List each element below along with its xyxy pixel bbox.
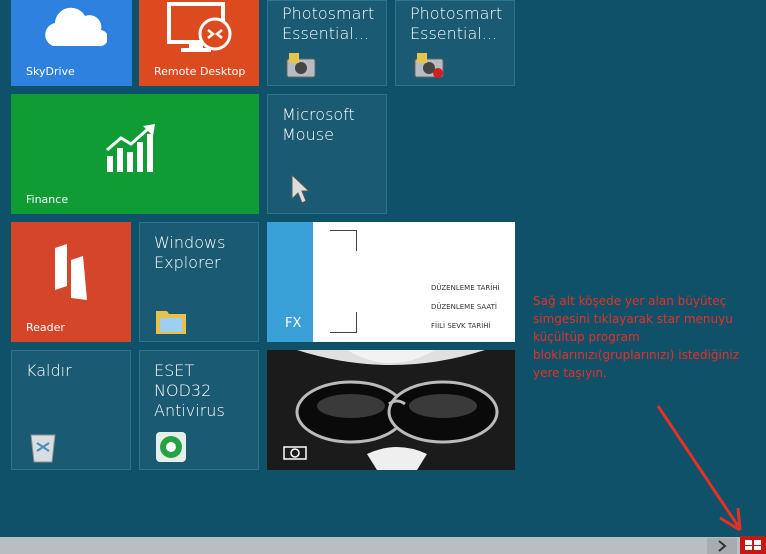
- tile-label: Remote Desktop: [154, 65, 246, 78]
- tile-label: Reader: [26, 321, 65, 334]
- tile-label: Photosmart Essential...: [410, 4, 503, 43]
- tile-photosmart-2[interactable]: Photosmart Essential...: [395, 0, 515, 86]
- scroll-right-button[interactable]: [707, 538, 737, 554]
- cloud-icon: [39, 2, 107, 50]
- annotation-text: Sağ alt köşede yer alan büyüteç simgesin…: [533, 294, 740, 380]
- remote-desktop-icon: [167, 2, 233, 54]
- tile-label: SkyDrive: [26, 65, 75, 78]
- chevron-right-icon: [717, 540, 727, 552]
- photo-bracket: [330, 312, 357, 333]
- camera-icon: [286, 51, 316, 79]
- tile-remote-desktop[interactable]: Remote Desktop: [139, 0, 259, 86]
- photo-text-line: DÜZENLEME TARİHİ: [431, 284, 500, 292]
- photo-text-line: DÜZENLEME SAATİ: [431, 303, 497, 311]
- tile-photosmart-1[interactable]: Photosmart Essential...: [267, 0, 387, 86]
- tile-label: Photosmart Essential...: [282, 4, 375, 43]
- zoom-icon: [744, 539, 762, 551]
- tile-microsoft-mouse[interactable]: Microsoft Mouse: [267, 94, 387, 214]
- tile-kaldir[interactable]: Kaldır: [11, 350, 131, 470]
- tile-photo-sunglasses[interactable]: [267, 350, 515, 470]
- chart-icon: [105, 122, 161, 174]
- tile-skydrive[interactable]: SkyDrive: [11, 0, 132, 86]
- tile-label: Kaldır: [26, 361, 72, 380]
- annotation-arrow: [656, 405, 742, 532]
- tile-label: Microsoft Mouse: [282, 105, 355, 144]
- camera-icon: [283, 444, 307, 460]
- folder-icon: [155, 307, 187, 335]
- photo-bracket: [330, 230, 357, 251]
- tile-photo-document[interactable]: FX DÜZENLEME TARİHİ DÜZENLEME SAATİ FİİL…: [267, 222, 515, 342]
- tile-reader[interactable]: Reader: [11, 222, 131, 342]
- semantic-zoom-button[interactable]: [740, 536, 766, 554]
- tile-finance[interactable]: Finance: [11, 94, 259, 214]
- horizontal-scrollbar[interactable]: [0, 537, 766, 554]
- tile-label: ESET NOD32 Antivirus: [154, 361, 225, 420]
- camera-icon: [414, 51, 444, 79]
- photo-text-line: FİİLİ SEVK TARİHİ: [431, 322, 491, 330]
- photo-logo: FX: [285, 316, 302, 331]
- recycle-bin-icon: [28, 431, 58, 463]
- tile-windows-explorer[interactable]: Windows Explorer: [139, 222, 259, 342]
- reader-icon: [51, 244, 91, 302]
- tile-label: Windows Explorer: [154, 233, 226, 272]
- tile-eset-nod32[interactable]: ESET NOD32 Antivirus: [139, 350, 259, 470]
- tile-label: Finance: [26, 193, 69, 206]
- cursor-icon: [290, 173, 310, 207]
- eset-icon: [155, 431, 187, 463]
